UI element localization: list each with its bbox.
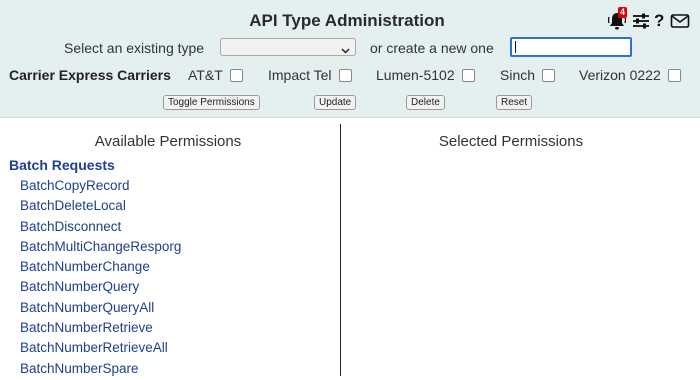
permission-item[interactable]: BatchNumberQueryAll bbox=[20, 299, 181, 319]
reset-button[interactable]: Reset bbox=[496, 95, 533, 110]
carrier-sinch[interactable]: Sinch bbox=[500, 67, 556, 83]
selected-permissions-heading: Selected Permissions bbox=[438, 133, 584, 150]
existing-type-select[interactable] bbox=[220, 38, 356, 56]
help-icon[interactable]: ? bbox=[654, 11, 666, 31]
available-permissions-list: BatchCopyRecord BatchDeleteLocal BatchDi… bbox=[20, 177, 181, 380]
create-type-label: or create a new one bbox=[370, 40, 494, 56]
permission-item[interactable]: BatchNumberRetrieve bbox=[20, 319, 181, 339]
permission-item[interactable]: BatchCopyRecord bbox=[20, 177, 181, 197]
permission-group-title[interactable]: Batch Requests bbox=[9, 157, 115, 173]
carrier-label: AT&T bbox=[188, 67, 223, 83]
chevron-down-icon bbox=[341, 42, 350, 58]
carrier-checkbox[interactable] bbox=[338, 68, 352, 82]
available-permissions-heading: Available Permissions bbox=[94, 133, 242, 150]
panel-divider bbox=[340, 124, 341, 376]
carriers-row: Carrier Express Carriers AT&T Impact Tel… bbox=[0, 65, 700, 85]
new-type-input[interactable] bbox=[510, 37, 632, 57]
carrier-label: Sinch bbox=[500, 67, 536, 83]
bell-icon[interactable]: 4 bbox=[607, 7, 628, 31]
header-icons: 4 ? bbox=[607, 7, 690, 32]
permission-item[interactable]: BatchNumberRetrieveAll bbox=[20, 339, 181, 359]
carrier-checkbox[interactable] bbox=[542, 68, 556, 82]
sliders-icon[interactable] bbox=[632, 11, 650, 31]
carrier-label: Impact Tel bbox=[268, 67, 332, 83]
text-caret bbox=[515, 41, 516, 53]
permission-item[interactable]: BatchDeleteLocal bbox=[20, 197, 181, 217]
notification-count-badge: 4 bbox=[618, 7, 628, 18]
permission-item[interactable]: BatchNumberQuery bbox=[20, 278, 181, 298]
carrier-label: Lumen-5102 bbox=[376, 67, 455, 83]
carrier-verizon-0222[interactable]: Verizon 0222 bbox=[579, 67, 681, 83]
select-type-label: Select an existing type bbox=[64, 40, 205, 56]
update-button[interactable]: Update bbox=[314, 95, 357, 110]
permission-item[interactable]: BatchNumberSpare bbox=[20, 360, 181, 380]
carrier-checkbox[interactable] bbox=[461, 68, 475, 82]
header-panel: API Type Administration 4 ? Select an ex… bbox=[0, 0, 700, 118]
permission-item[interactable]: BatchNumberChange bbox=[20, 258, 181, 278]
carrier-lumen-5102[interactable]: Lumen-5102 bbox=[376, 67, 475, 83]
permission-item[interactable]: BatchMultiChangeResporg bbox=[20, 238, 181, 258]
carrier-checkbox[interactable] bbox=[667, 68, 681, 82]
type-selector-row: Select an existing type or create a new … bbox=[0, 37, 700, 59]
toggle-permissions-button[interactable]: Toggle Permissions bbox=[163, 95, 260, 110]
mail-icon[interactable] bbox=[670, 11, 690, 31]
carrier-att[interactable]: AT&T bbox=[188, 67, 243, 83]
carrier-label: Verizon 0222 bbox=[579, 67, 661, 83]
permission-item[interactable]: BatchDisconnect bbox=[20, 218, 181, 238]
delete-button[interactable]: Delete bbox=[406, 95, 445, 110]
carriers-label: Carrier Express Carriers bbox=[9, 67, 171, 83]
carrier-checkbox[interactable] bbox=[229, 68, 243, 82]
carrier-impact-tel[interactable]: Impact Tel bbox=[268, 67, 352, 83]
page-title: API Type Administration bbox=[249, 11, 445, 30]
